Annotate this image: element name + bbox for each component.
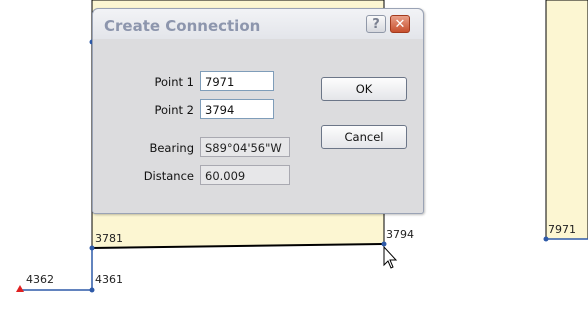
point-4361-marker[interactable] [89,287,95,293]
point-label-4361: 4361 [95,273,123,286]
create-connection-dialog[interactable]: Create Connection ? ✕ Point 1 7971 Point… [92,8,424,214]
mouse-cursor-icon [383,245,398,269]
parcel-right[interactable] [545,0,588,240]
point1-input[interactable]: 7971 [200,71,274,91]
ok-button[interactable]: OK [321,77,407,101]
help-button[interactable]: ? [366,15,386,33]
point-3781-marker[interactable] [89,245,95,251]
point2-input[interactable]: 3794 [200,99,274,119]
point-label-4362: 4362 [26,273,54,286]
cancel-button[interactable]: Cancel [321,125,407,149]
distance-label: Distance [143,169,194,183]
help-icon: ? [372,16,380,32]
bearing-label: Bearing [149,141,194,155]
point-7971-marker[interactable] [543,236,549,242]
dialog-title: Create Connection [104,17,261,35]
distance-field: 60.009 [200,165,290,185]
dialog-body: Point 1 7971 Point 2 3794 Bearing S89°04… [99,41,415,207]
close-icon: ✕ [394,16,406,32]
point-3794-marker[interactable] [381,241,387,247]
bearing-field: S89°04'56"W [200,137,290,157]
point-label-7971: 7971 [548,223,576,236]
point-label-3794: 3794 [386,228,414,241]
point2-label: Point 2 [154,103,194,117]
point1-label: Point 1 [154,75,194,89]
close-button[interactable]: ✕ [390,15,410,33]
point-4362-triangle-marker[interactable] [16,285,24,292]
point-label-3781: 3781 [95,232,123,245]
dialog-titlebar[interactable]: Create Connection ? ✕ [93,9,423,39]
